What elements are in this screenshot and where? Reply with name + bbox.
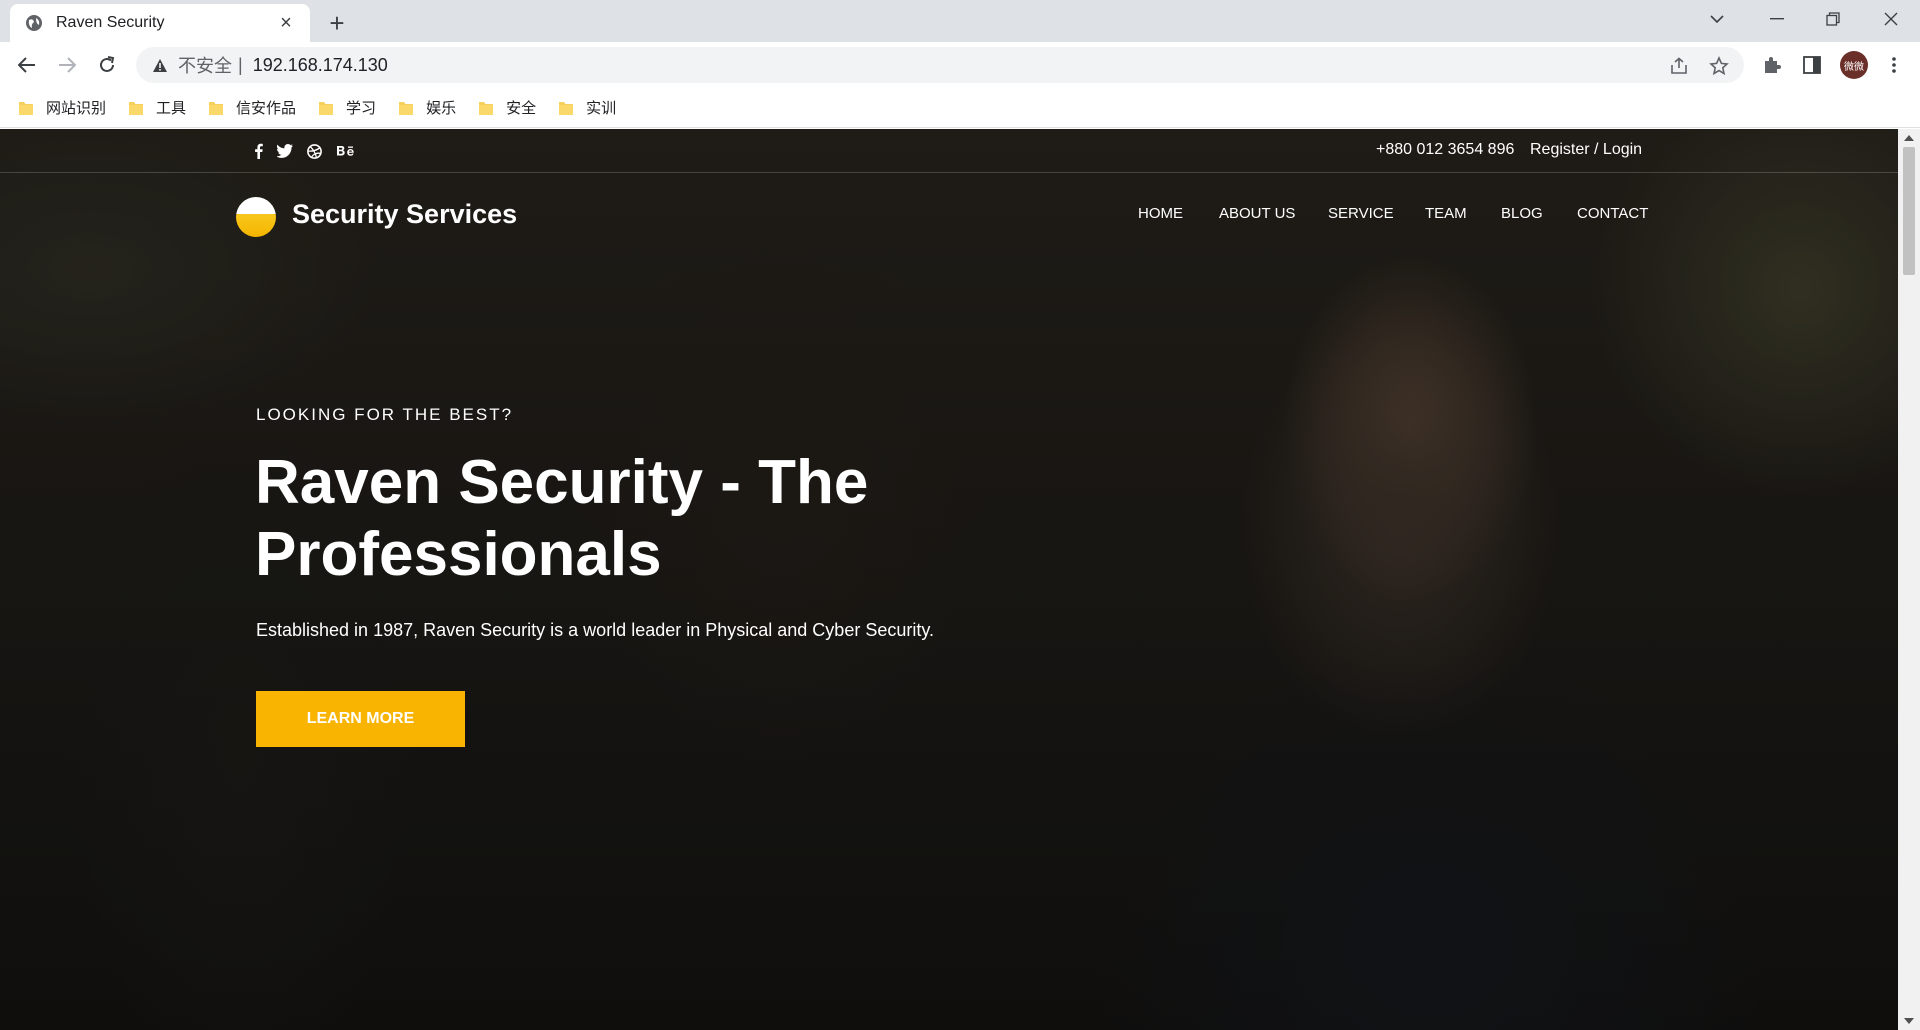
bookmark-label: 实训 <box>586 100 617 117</box>
bookmark-label: 安全 <box>506 100 537 117</box>
restore-button[interactable] <box>1806 0 1860 38</box>
page-viewport: +880 012 3654 896 Register / Login Secur… <box>0 129 1898 1030</box>
extensions-icon[interactable] <box>1760 53 1784 77</box>
new-tab-button[interactable]: + <box>322 8 352 38</box>
bookmark-folder[interactable]: 娱乐 <box>398 97 456 118</box>
security-label[interactable]: 不安全 <box>178 52 232 78</box>
nav-blog[interactable]: BLOG <box>1501 205 1543 222</box>
globe-icon <box>24 13 44 33</box>
learn-more-button[interactable]: LEARN MORE <box>256 691 465 747</box>
scroll-up-arrow-icon[interactable] <box>1904 135 1914 141</box>
reload-icon[interactable] <box>91 49 123 81</box>
separator: | <box>238 54 243 75</box>
share-icon[interactable] <box>1668 55 1690 77</box>
bookmark-folder[interactable]: 网站识别 <box>18 97 106 118</box>
side-panel-icon[interactable] <box>1800 53 1824 77</box>
scroll-thumb[interactable] <box>1903 147 1915 275</box>
folder-icon <box>559 101 574 115</box>
page-scrollbar[interactable] <box>1898 129 1920 1030</box>
nav-service[interactable]: SERVICE <box>1328 205 1394 222</box>
bookmark-label: 学习 <box>346 100 377 117</box>
url-text[interactable]: 192.168.174.130 <box>253 55 388 76</box>
folder-icon <box>209 101 224 115</box>
hero-subline: Established in 1987, Raven Security is a… <box>256 620 935 640</box>
bookmark-label: 网站识别 <box>46 100 107 117</box>
bookmark-folder[interactable]: 实训 <box>558 97 616 118</box>
forward-arrow-icon[interactable] <box>51 49 83 81</box>
folder-icon <box>399 101 414 115</box>
nav-about-us[interactable]: ABOUT US <box>1219 205 1295 222</box>
folder-icon <box>19 101 33 115</box>
hero-headline: Raven Security - The Professionals <box>255 448 869 589</box>
facebook-icon[interactable] <box>254 141 263 161</box>
close-tab-icon[interactable]: × <box>274 11 298 35</box>
contact-phone[interactable]: +880 012 3654 896 <box>1376 141 1514 159</box>
folder-icon <box>129 101 144 115</box>
site-topbar: +880 012 3654 896 Register / Login <box>0 129 1898 173</box>
nav-home[interactable]: HOME <box>1138 205 1183 222</box>
active-tab[interactable]: Raven Security × <box>10 4 310 42</box>
nav-team[interactable]: TEAM <box>1425 205 1467 222</box>
bookmark-label: 信安作品 <box>236 100 297 117</box>
warning-icon[interactable] <box>150 55 170 75</box>
address-bar[interactable]: 不安全 | 192.168.174.130 <box>136 47 1744 83</box>
tab-title: Raven Security <box>56 14 165 31</box>
bookmark-folder[interactable]: 安全 <box>478 97 536 118</box>
dribbble-icon[interactable] <box>307 141 322 161</box>
back-arrow-icon[interactable] <box>11 49 43 81</box>
minimize-button[interactable] <box>1750 0 1804 38</box>
behance-icon[interactable] <box>336 141 356 161</box>
site-logo-icon[interactable] <box>236 197 276 237</box>
folder-icon <box>319 101 334 115</box>
bookmark-star-icon[interactable] <box>1708 55 1730 77</box>
folder-icon <box>479 101 494 115</box>
bookmark-folder[interactable]: 工具 <box>128 97 186 118</box>
social-links <box>254 141 356 161</box>
bookmarks-bar: 网站识别 工具 信安作品 学习 娱乐 安全 实训 <box>0 88 1920 128</box>
bookmark-folder[interactable]: 信安作品 <box>208 97 296 118</box>
site-brand-name[interactable]: Security Services <box>292 199 517 230</box>
register-login-link[interactable]: Register / Login <box>1530 141 1642 159</box>
bookmark-label: 娱乐 <box>426 100 457 117</box>
profile-avatar[interactable]: 微微 <box>1840 51 1868 79</box>
hero-kicker: LOOKING FOR THE BEST? <box>256 405 514 424</box>
tab-search-icon[interactable] <box>1690 0 1744 38</box>
close-window-button[interactable] <box>1864 0 1918 38</box>
browser-toolbar: 不安全 | 192.168.174.130 微微 <box>0 42 1920 88</box>
menu-kebab-icon[interactable] <box>1882 53 1906 77</box>
bookmark-folder[interactable]: 学习 <box>318 97 376 118</box>
bookmark-label: 工具 <box>156 100 187 117</box>
tab-strip: Raven Security × + <box>0 0 1920 42</box>
twitter-icon[interactable] <box>277 141 293 161</box>
nav-contact[interactable]: CONTACT <box>1577 205 1648 222</box>
scroll-down-arrow-icon[interactable] <box>1904 1018 1914 1024</box>
